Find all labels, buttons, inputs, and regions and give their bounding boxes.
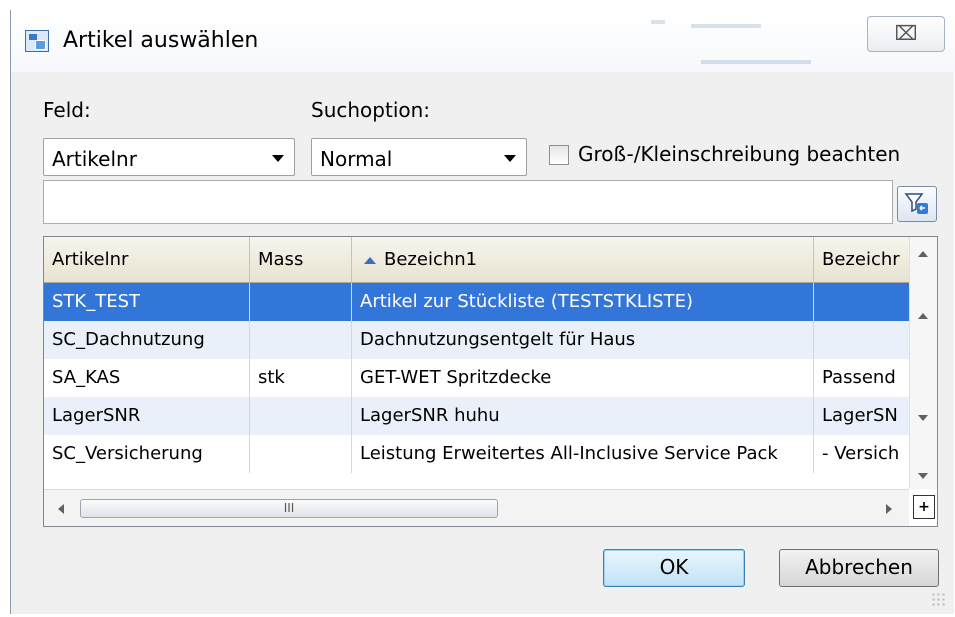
cancel-button[interactable]: Abbrechen — [779, 549, 939, 587]
chevron-down-icon — [504, 155, 516, 162]
dialog-window: Artikel auswählen ⌧ Feld: Suchoption: Ar… — [10, 10, 955, 614]
column-header-artikelnr[interactable]: Artikelnr — [44, 237, 250, 283]
cell-mass — [250, 435, 352, 473]
cell-artikelnr: LagerSNR — [44, 397, 250, 435]
case-sensitive-checkbox[interactable] — [549, 145, 569, 165]
cell-artikelnr: SC_Versicherung — [44, 435, 250, 473]
column-header-bezeichn2[interactable]: Bezeichr — [814, 237, 909, 283]
ok-button[interactable]: OK — [603, 549, 745, 587]
scroll-down-icon[interactable] — [918, 473, 928, 479]
field-dropdown[interactable]: Artikelnr — [43, 138, 295, 176]
horizontal-scrollbar[interactable]: III — [44, 489, 909, 526]
close-icon: ⌧ — [894, 21, 918, 45]
case-sensitive-label[interactable]: Groß-/Kleinschreibung beachten — [578, 142, 900, 166]
field-label: Feld: — [43, 98, 91, 122]
cell-bezeichn1: Leistung Erweitertes All-Inclusive Servi… — [352, 435, 814, 473]
table-row[interactable]: SC_Dachnutzung Dachnutzungsentgelt für H… — [44, 321, 909, 359]
table-row[interactable]: LagerSNR LagerSNR huhu LagerSN — [44, 397, 909, 435]
expand-collapse-button[interactable]: +− — [913, 495, 935, 526]
table-row[interactable]: SC_Versicherung Leistung Erweitertes All… — [44, 435, 909, 473]
scroll-right-icon[interactable] — [886, 504, 892, 514]
cell-bezeichn1: Artikel zur Stückliste (TESTSTKLISTE) — [352, 283, 814, 321]
table-row[interactable]: SA_KAS stk GET-WET Spritzdecke Passend — [44, 359, 909, 397]
search-input[interactable] — [43, 180, 893, 224]
cell-bezeichn1: LagerSNR huhu — [352, 397, 814, 435]
cell-bezeichn2: LagerSN — [822, 405, 898, 426]
cell-mass — [250, 283, 352, 321]
filter-button[interactable] — [897, 186, 937, 222]
page-up-icon[interactable] — [918, 313, 928, 319]
cell-artikelnr: SA_KAS — [44, 359, 250, 397]
cell-bezeichn1: GET-WET Spritzdecke — [352, 359, 814, 397]
column-header-mass[interactable]: Mass — [250, 237, 352, 283]
grid-header: Artikelnr Mass Bezeichn1 Bezeichr — [44, 237, 909, 283]
vertical-scrollbar[interactable] — [909, 237, 937, 489]
chevron-down-icon — [272, 155, 284, 162]
sort-ascending-icon — [364, 256, 376, 264]
background-window-ghost — [651, 14, 851, 70]
cell-bezeichn2 — [814, 283, 909, 321]
cell-bezeichn2 — [814, 321, 909, 359]
cell-mass: stk — [250, 359, 352, 397]
cell-mass — [250, 397, 352, 435]
app-icon — [25, 30, 49, 52]
cell-bezeichn2: - Versich — [822, 443, 900, 464]
column-header-bezeichn1[interactable]: Bezeichn1 — [352, 237, 814, 283]
search-option-value: Normal — [320, 147, 393, 171]
field-dropdown-value: Artikelnr — [52, 147, 137, 171]
resize-grip-icon[interactable] — [931, 592, 945, 606]
cell-bezeichn1: Dachnutzungsentgelt für Haus — [352, 321, 814, 359]
filter-icon — [904, 193, 928, 214]
search-option-dropdown[interactable]: Normal — [311, 138, 527, 176]
scroll-left-icon[interactable] — [58, 504, 64, 514]
article-grid: Artikelnr Mass Bezeichn1 Bezeichr STK_TE… — [43, 236, 938, 527]
cell-artikelnr: SC_Dachnutzung — [44, 321, 250, 359]
search-option-label: Suchoption: — [311, 98, 431, 122]
table-row[interactable]: STK_TEST Artikel zur Stückliste (TESTSTK… — [44, 283, 909, 321]
cell-artikelnr: STK_TEST — [44, 283, 250, 321]
close-button[interactable]: ⌧ — [867, 16, 945, 52]
window-title: Artikel auswählen — [63, 28, 259, 53]
cell-mass — [250, 321, 352, 359]
page-down-icon[interactable] — [918, 415, 928, 421]
cell-bezeichn2: Passend — [822, 367, 896, 388]
horizontal-scroll-thumb[interactable]: III — [80, 499, 498, 518]
scroll-up-icon[interactable] — [918, 251, 928, 257]
title-bar: Artikel auswählen ⌧ — [11, 10, 955, 72]
